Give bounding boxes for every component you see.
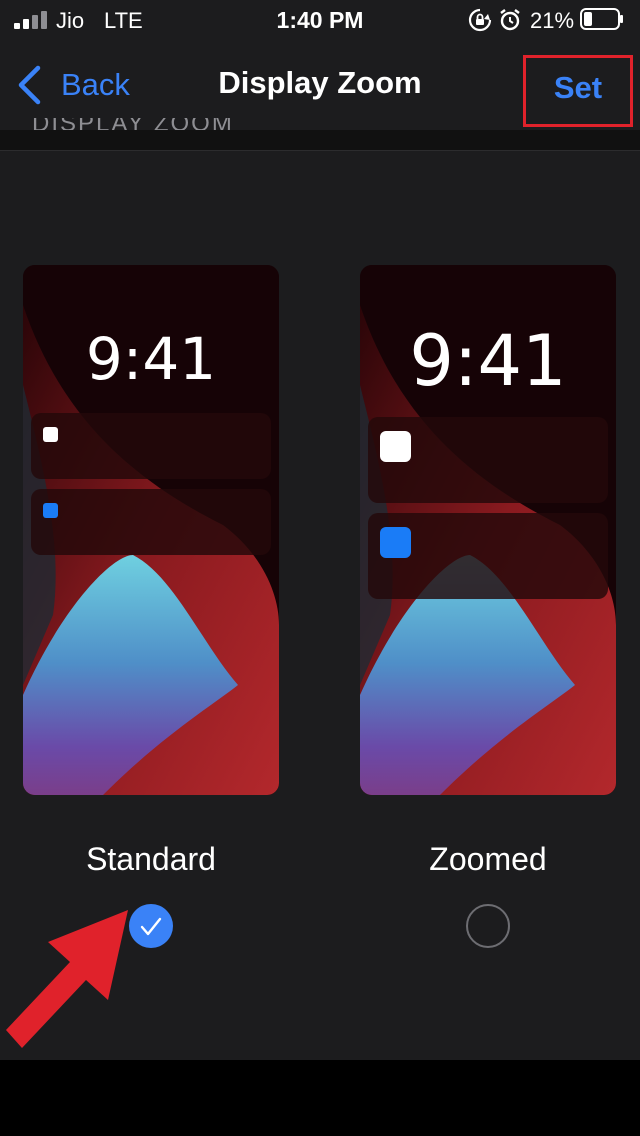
status-bar: Jio LTE 1:40 PM 21% — [0, 0, 640, 40]
orientation-lock-icon — [468, 8, 492, 32]
battery-percent: 21% — [530, 8, 575, 33]
notification-card — [31, 413, 271, 479]
app-icon-white — [43, 427, 58, 442]
standard-label[interactable]: Standard — [23, 841, 279, 878]
section-header: DISPLAY ZOOM — [32, 118, 234, 130]
app-icon-blue — [380, 527, 411, 558]
zoomed-radio-unselected[interactable] — [466, 904, 510, 948]
section-separator — [0, 130, 640, 150]
navigation-bar: Back Display Zoom DISPLAY ZOOM Set — [0, 40, 640, 130]
app-icon-white — [380, 431, 411, 462]
zoomed-preview[interactable]: 9:41 — [360, 265, 616, 795]
bottom-area — [0, 1060, 640, 1136]
alarm-icon — [500, 9, 520, 31]
notification-card — [368, 417, 608, 503]
app-icon-blue — [43, 503, 58, 518]
preview-time: 9:41 — [409, 320, 567, 402]
notification-card — [368, 513, 608, 599]
standard-preview[interactable]: 9:41 — [23, 265, 279, 795]
set-button[interactable]: Set — [523, 55, 633, 127]
zoomed-label[interactable]: Zoomed — [360, 841, 616, 878]
annotation-arrow-icon — [6, 910, 128, 1048]
notification-card — [31, 489, 271, 555]
preview-time: 9:41 — [85, 325, 217, 393]
battery-icon — [580, 8, 623, 30]
set-button-label[interactable]: Set — [526, 70, 630, 106]
